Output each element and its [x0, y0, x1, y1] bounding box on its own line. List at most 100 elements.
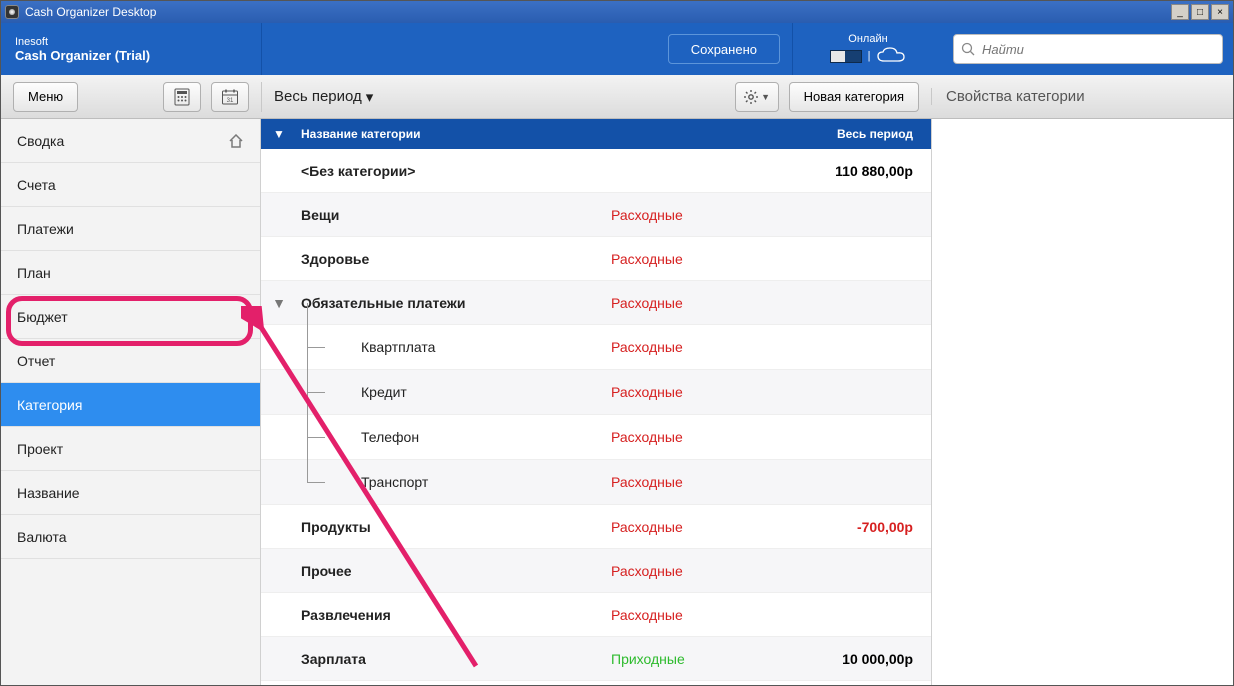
table-row[interactable]: РазвлеченияРасходные — [261, 593, 931, 637]
row-name: Обязательные платежи — [297, 295, 611, 311]
chevron-down-icon: ▼ — [761, 92, 770, 102]
saved-button[interactable]: Сохранено — [668, 34, 780, 64]
online-label: Онлайн — [848, 33, 887, 45]
menu-button[interactable]: Меню — [13, 82, 78, 112]
row-name: Продукты — [297, 519, 611, 535]
toolbar: Меню 31 Весь период ▾ ▼ Новая категория … — [1, 75, 1233, 119]
home-icon — [228, 134, 244, 148]
svg-text:31: 31 — [227, 98, 234, 104]
row-name: Развлечения — [297, 607, 611, 623]
calculator-icon — [174, 88, 190, 106]
sidebar-item-label: Сводка — [17, 133, 64, 149]
sidebar-item-label: Бюджет — [17, 309, 68, 325]
tree-line — [297, 370, 357, 414]
sidebar-item-7[interactable]: Проект — [1, 427, 260, 471]
row-amount: 110 880,00р — [791, 163, 931, 179]
close-button[interactable]: × — [1211, 4, 1229, 20]
row-name: Квартплата — [357, 339, 611, 355]
sidebar-item-label: Категория — [17, 397, 82, 413]
minimize-button[interactable]: _ — [1171, 4, 1189, 20]
sidebar-item-label: Отчет — [17, 353, 55, 369]
table-row[interactable]: ПродуктыРасходные-700,00р — [261, 505, 931, 549]
window-title: Cash Organizer Desktop — [25, 5, 1171, 19]
row-amount: -700,00р — [791, 519, 931, 535]
row-name: Вещи — [297, 207, 611, 223]
online-toggle[interactable] — [830, 50, 862, 63]
calendar-button[interactable]: 31 — [211, 82, 249, 112]
row-type: Расходные — [611, 563, 791, 579]
product-label: Cash Organizer (Trial) — [15, 48, 247, 63]
chevron-down-icon: ▾ — [366, 88, 374, 106]
table-row[interactable]: ЗарплатаПриходные10 000,00р — [261, 637, 931, 681]
row-type: Расходные — [611, 519, 791, 535]
sidebar-item-label: Платежи — [17, 221, 74, 237]
details-title: Свойства категории — [946, 88, 1085, 105]
row-name: Кредит — [357, 384, 611, 400]
search-icon — [961, 42, 975, 56]
table-row[interactable]: ЗдоровьеРасходные — [261, 237, 931, 281]
period-label: Весь период — [274, 88, 362, 105]
row-name: Телефон — [357, 429, 611, 445]
header-band: Inesoft Cash Organizer (Trial) Сохранено… — [1, 23, 1233, 75]
row-type: Расходные — [611, 207, 791, 223]
column-period[interactable]: Весь период — [791, 127, 931, 141]
calculator-button[interactable] — [163, 82, 201, 112]
row-name: Зарплата — [297, 651, 611, 667]
table-header: ▼ Название категории Весь период — [261, 119, 931, 149]
table-row[interactable]: ПрочееРасходные — [261, 549, 931, 593]
sidebar-item-label: Валюта — [17, 529, 67, 545]
table-row[interactable]: <Без категории> 110 880,00р — [261, 149, 931, 193]
sidebar-item-9[interactable]: Валюта — [1, 515, 260, 559]
app-icon — [5, 5, 19, 19]
sidebar-item-label: Название — [17, 485, 80, 501]
row-type: Расходные — [611, 339, 791, 355]
row-name: Прочее — [297, 563, 611, 579]
table-row[interactable]: ▼Обязательные платежиРасходные — [261, 281, 931, 325]
table-row[interactable]: ТелефонРасходные — [261, 415, 931, 460]
sidebar-item-6[interactable]: Категория — [1, 383, 260, 427]
new-category-button[interactable]: Новая категория — [789, 82, 919, 112]
row-name: Здоровье — [297, 251, 611, 267]
details-pane — [931, 119, 1233, 685]
row-type: Расходные — [611, 607, 791, 623]
search-input[interactable] — [953, 34, 1223, 64]
sidebar-item-0[interactable]: Сводка — [1, 119, 260, 163]
row-type: Расходные — [611, 429, 791, 445]
sidebar-item-label: Счета — [17, 177, 56, 193]
tree-line — [297, 460, 357, 504]
sidebar-item-5[interactable]: Отчет — [1, 339, 260, 383]
period-dropdown[interactable]: Весь период ▾ — [274, 88, 373, 106]
sidebar-item-4[interactable]: Бюджет — [1, 295, 260, 339]
table-row[interactable]: КредитРасходные — [261, 370, 931, 415]
sidebar-item-2[interactable]: Платежи — [1, 207, 260, 251]
tree-line — [297, 325, 357, 369]
row-amount: 10 000,00р — [791, 651, 931, 667]
brand-block: Inesoft Cash Organizer (Trial) — [1, 23, 261, 75]
row-type: Расходные — [611, 384, 791, 400]
category-table: ▼ Название категории Весь период <Без ка… — [261, 119, 931, 685]
table-row[interactable]: ВещиРасходные — [261, 193, 931, 237]
calendar-icon: 31 — [221, 88, 239, 106]
table-row[interactable]: ТранспортРасходные — [261, 460, 931, 505]
gear-icon — [743, 89, 759, 105]
titlebar: Cash Organizer Desktop _ □ × — [1, 1, 1233, 23]
row-type: Приходные — [611, 651, 791, 667]
sidebar-item-3[interactable]: План — [1, 251, 260, 295]
row-toggle[interactable]: ▼ — [261, 295, 297, 311]
column-name[interactable]: Название категории — [297, 127, 611, 141]
row-type: Расходные — [611, 295, 791, 311]
divider: | — [868, 50, 871, 62]
collapse-all-toggle[interactable]: ▼ — [261, 127, 297, 141]
settings-dropdown[interactable]: ▼ — [735, 82, 779, 112]
row-type: Расходные — [611, 474, 791, 490]
row-type: Расходные — [611, 251, 791, 267]
row-name: <Без категории> — [297, 163, 611, 179]
sidebar-item-8[interactable]: Название — [1, 471, 260, 515]
sidebar-item-1[interactable]: Счета — [1, 163, 260, 207]
company-label: Inesoft — [15, 36, 247, 48]
maximize-button[interactable]: □ — [1191, 4, 1209, 20]
online-block: Онлайн | — [793, 23, 943, 75]
cloud-icon — [876, 47, 906, 65]
sidebar-item-label: План — [17, 265, 51, 281]
table-row[interactable]: КвартплатаРасходные — [261, 325, 931, 370]
